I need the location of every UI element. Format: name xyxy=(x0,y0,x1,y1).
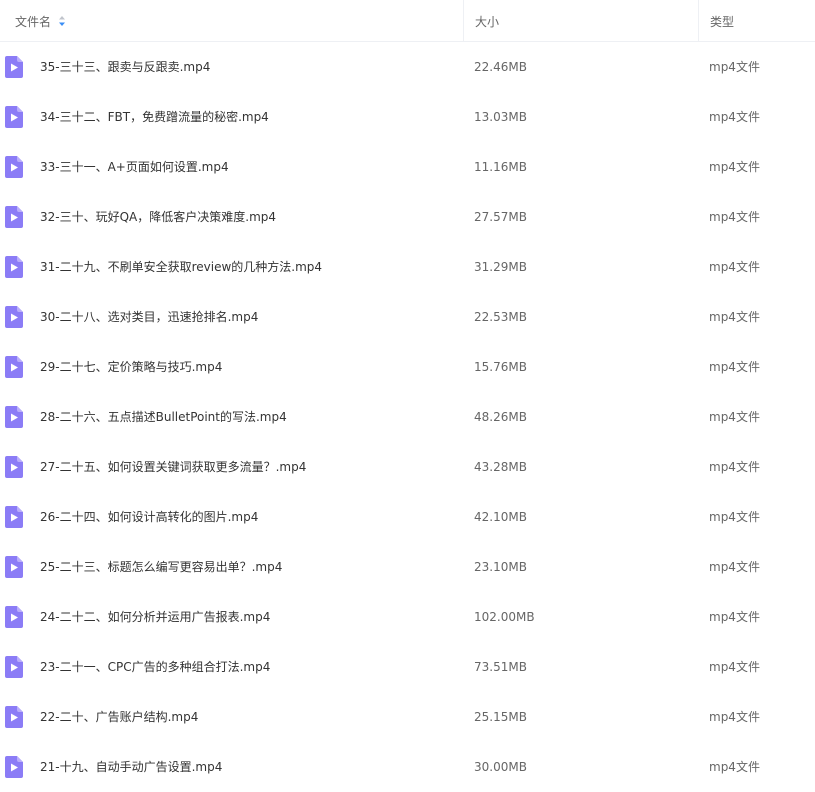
file-type: mp4文件 xyxy=(709,160,760,174)
file-type: mp4文件 xyxy=(709,710,760,724)
column-header-name-label: 文件名 xyxy=(15,14,52,29)
file-name[interactable]: 31-二十九、不刷单安全获取review的几种方法.mp4 xyxy=(40,242,322,292)
file-row[interactable]: 30-二十八、选对类目，迅速抢排名.mp4 22.53MB mp4文件 xyxy=(0,292,815,342)
file-name[interactable]: 35-三十三、跟卖与反跟卖.mp4 xyxy=(40,42,210,92)
file-name[interactable]: 33-三十一、A+页面如何设置.mp4 xyxy=(40,142,229,192)
file-size: 23.10MB xyxy=(474,560,527,574)
video-file-icon xyxy=(5,556,23,578)
file-type: mp4文件 xyxy=(709,60,760,74)
file-row[interactable]: 35-三十三、跟卖与反跟卖.mp4 22.46MB mp4文件 xyxy=(0,42,815,92)
file-size: 30.00MB xyxy=(474,760,527,774)
file-size: 22.53MB xyxy=(474,310,527,324)
file-row[interactable]: 26-二十四、如何设计高转化的图片.mp4 42.10MB mp4文件 xyxy=(0,492,815,542)
file-row[interactable]: 29-二十七、定价策略与技巧.mp4 15.76MB mp4文件 xyxy=(0,342,815,392)
file-size: 102.00MB xyxy=(474,610,535,624)
column-header-name[interactable]: 文件名 xyxy=(15,0,463,42)
file-type: mp4文件 xyxy=(709,260,760,274)
file-row[interactable]: 32-三十、玩好QA，降低客户决策难度.mp4 27.57MB mp4文件 xyxy=(0,192,815,242)
file-name[interactable]: 23-二十一、CPC广告的多种组合打法.mp4 xyxy=(40,642,270,692)
video-file-icon xyxy=(5,56,23,78)
file-size: 13.03MB xyxy=(474,110,527,124)
file-size: 27.57MB xyxy=(474,210,527,224)
video-file-icon xyxy=(5,156,23,178)
file-name[interactable]: 28-二十六、五点描述BulletPoint的写法.mp4 xyxy=(40,392,287,442)
file-row[interactable]: 27-二十五、如何设置关键词获取更多流量？.mp4 43.28MB mp4文件 xyxy=(0,442,815,492)
file-row[interactable]: 28-二十六、五点描述BulletPoint的写法.mp4 48.26MB mp… xyxy=(0,392,815,442)
file-type: mp4文件 xyxy=(709,360,760,374)
file-type: mp4文件 xyxy=(709,660,760,674)
video-file-icon xyxy=(5,356,23,378)
file-row[interactable]: 21-十九、自动手动广告设置.mp4 30.00MB mp4文件 xyxy=(0,742,815,792)
video-file-icon xyxy=(5,606,23,628)
video-file-icon xyxy=(5,506,23,528)
file-size: 22.46MB xyxy=(474,60,527,74)
sort-icon[interactable] xyxy=(59,14,66,28)
video-file-icon xyxy=(5,656,23,678)
file-size: 42.10MB xyxy=(474,510,527,524)
file-size: 43.28MB xyxy=(474,460,527,474)
file-row[interactable]: 24-二十二、如何分析并运用广告报表.mp4 102.00MB mp4文件 xyxy=(0,592,815,642)
file-row[interactable]: 31-二十九、不刷单安全获取review的几种方法.mp4 31.29MB mp… xyxy=(0,242,815,292)
column-header-size-label: 大小 xyxy=(475,14,500,29)
file-type: mp4文件 xyxy=(709,310,760,324)
video-file-icon xyxy=(5,406,23,428)
file-size: 73.51MB xyxy=(474,660,527,674)
file-list-header: 文件名 大小 类型 xyxy=(0,0,815,42)
file-type: mp4文件 xyxy=(709,610,760,624)
file-size: 31.29MB xyxy=(474,260,527,274)
file-size: 11.16MB xyxy=(474,160,527,174)
file-name[interactable]: 34-三十二、FBT，免费蹭流量的秘密.mp4 xyxy=(40,92,269,142)
column-header-size[interactable]: 大小 xyxy=(463,0,698,42)
file-type: mp4文件 xyxy=(709,760,760,774)
video-file-icon xyxy=(5,256,23,278)
file-type: mp4文件 xyxy=(709,460,760,474)
file-name[interactable]: 26-二十四、如何设计高转化的图片.mp4 xyxy=(40,492,258,542)
video-file-icon xyxy=(5,456,23,478)
video-file-icon xyxy=(5,106,23,128)
file-row[interactable]: 33-三十一、A+页面如何设置.mp4 11.16MB mp4文件 xyxy=(0,142,815,192)
file-size: 15.76MB xyxy=(474,360,527,374)
file-size: 48.26MB xyxy=(474,410,527,424)
column-header-type-label: 类型 xyxy=(710,14,735,29)
file-type: mp4文件 xyxy=(709,210,760,224)
file-type: mp4文件 xyxy=(709,510,760,524)
file-row[interactable]: 25-二十三、标题怎么编写更容易出单？.mp4 23.10MB mp4文件 xyxy=(0,542,815,592)
file-row[interactable]: 23-二十一、CPC广告的多种组合打法.mp4 73.51MB mp4文件 xyxy=(0,642,815,692)
file-row[interactable]: 34-三十二、FBT，免费蹭流量的秘密.mp4 13.03MB mp4文件 xyxy=(0,92,815,142)
file-type: mp4文件 xyxy=(709,410,760,424)
file-name[interactable]: 25-二十三、标题怎么编写更容易出单？.mp4 xyxy=(40,542,282,592)
file-name[interactable]: 30-二十八、选对类目，迅速抢排名.mp4 xyxy=(40,292,258,342)
video-file-icon xyxy=(5,306,23,328)
file-type: mp4文件 xyxy=(709,110,760,124)
file-name[interactable]: 29-二十七、定价策略与技巧.mp4 xyxy=(40,342,222,392)
file-type: mp4文件 xyxy=(709,560,760,574)
video-file-icon xyxy=(5,756,23,778)
file-row[interactable]: 22-二十、广告账户结构.mp4 25.15MB mp4文件 xyxy=(0,692,815,742)
file-name[interactable]: 22-二十、广告账户结构.mp4 xyxy=(40,692,198,742)
file-name[interactable]: 32-三十、玩好QA，降低客户决策难度.mp4 xyxy=(40,192,276,242)
file-name[interactable]: 24-二十二、如何分析并运用广告报表.mp4 xyxy=(40,592,270,642)
file-name[interactable]: 21-十九、自动手动广告设置.mp4 xyxy=(40,742,222,792)
file-name[interactable]: 27-二十五、如何设置关键词获取更多流量？.mp4 xyxy=(40,442,306,492)
column-header-type[interactable]: 类型 xyxy=(698,0,815,42)
video-file-icon xyxy=(5,706,23,728)
video-file-icon xyxy=(5,206,23,228)
file-list: 35-三十三、跟卖与反跟卖.mp4 22.46MB mp4文件 34-三十二、F… xyxy=(0,42,815,792)
file-size: 25.15MB xyxy=(474,710,527,724)
